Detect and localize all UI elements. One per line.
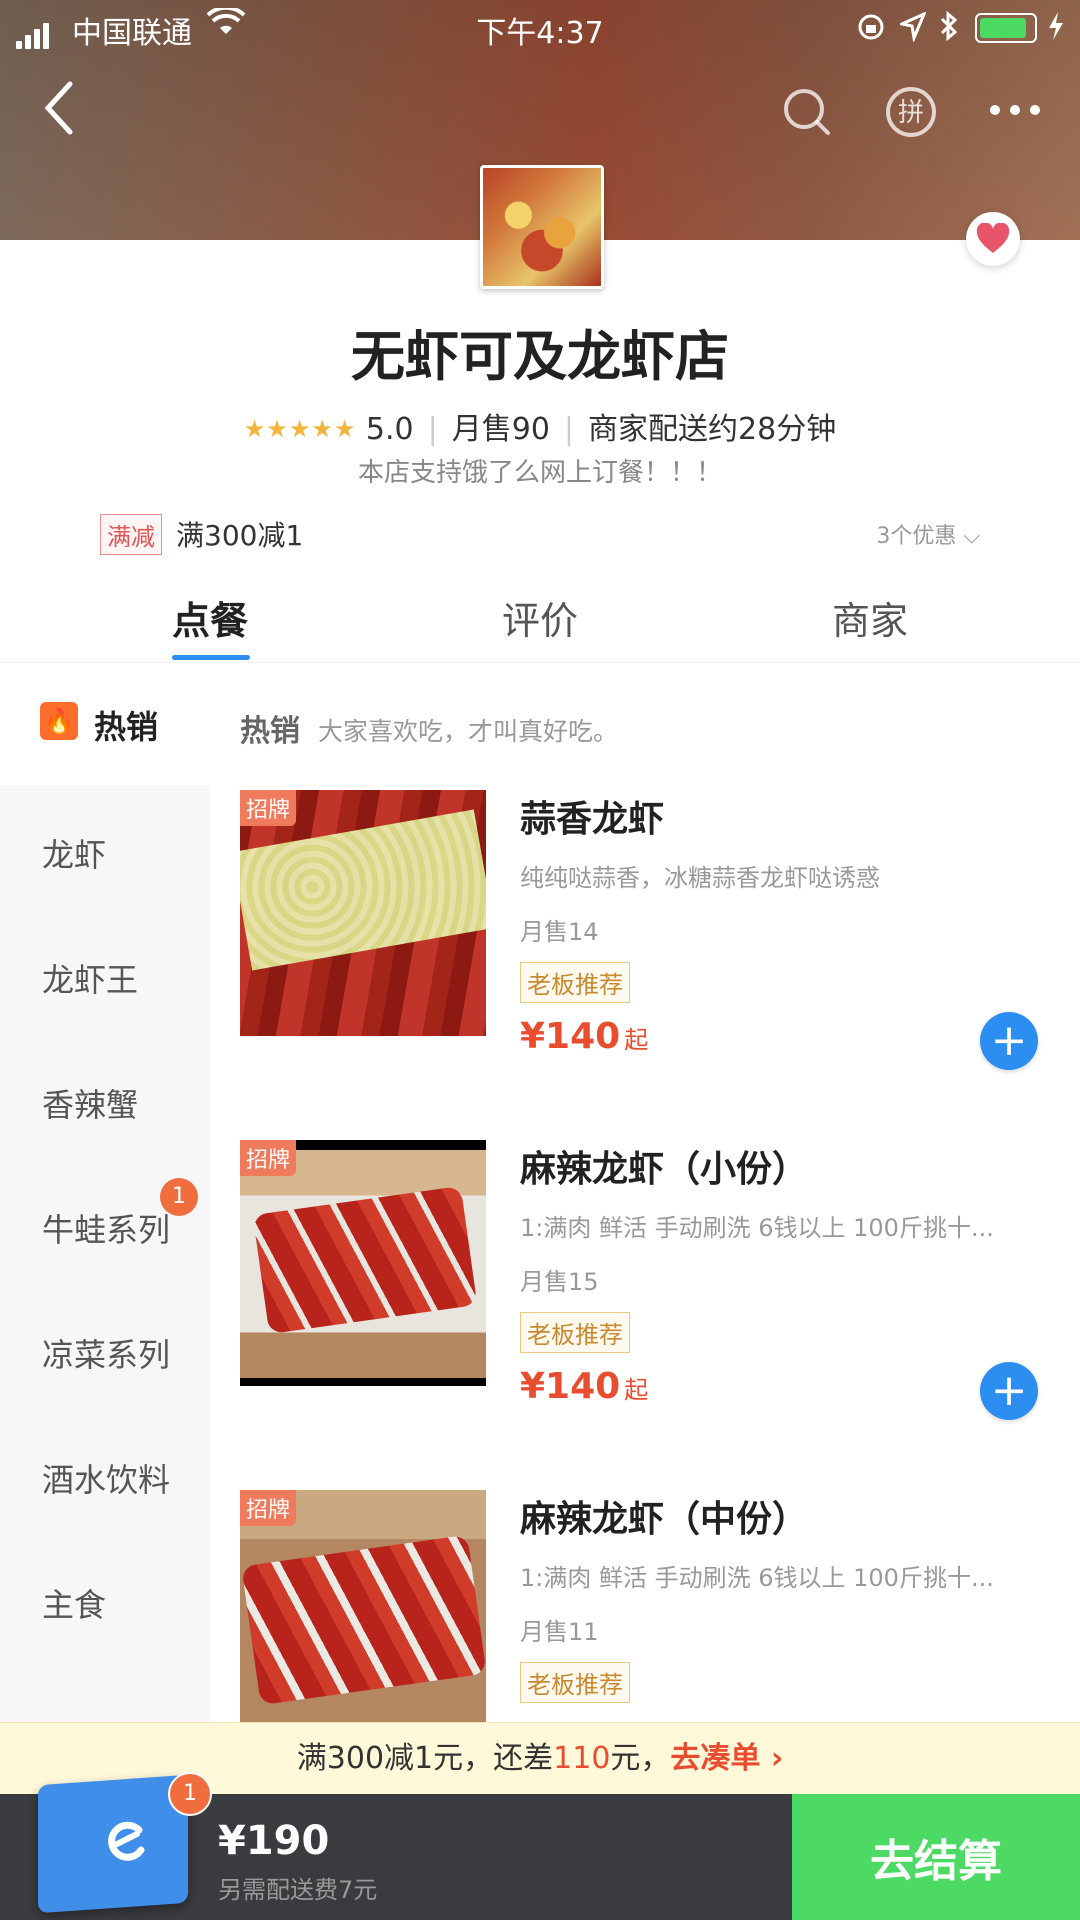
product-name: 麻辣龙虾（小份） [520,1149,809,1190]
product-desc: 1:满肉 鲜活 手动刷洗 6钱以上 100斤挑十... [520,1564,994,1592]
signature-tag: 招牌 [240,1140,297,1176]
product-name: 麻辣龙虾（中份） [520,1499,809,1540]
rating-stars-icon: ★★★★★ [243,415,357,443]
list-item[interactable]: 招牌 麻辣龙虾（小份） 1:满肉 鲜活 手动刷洗 6钱以上 100斤挑十... … [240,1140,1060,1420]
add-more-link[interactable]: 去凑单 › [670,1741,783,1776]
tab-merchant[interactable]: 商家 [810,590,930,645]
add-to-cart-button[interactable]: + [980,1012,1038,1070]
pin-icon: 拼 [886,87,936,137]
cart-count-badge: 1 [168,1772,212,1816]
product-price: ¥140 起 [520,1016,649,1057]
tab-reviews[interactable]: 评价 [480,590,600,645]
cart-icon [95,1810,155,1870]
rating-value: 5.0 [365,412,414,447]
search-icon [784,89,830,135]
svg-text:拼: 拼 [898,98,924,128]
list-item[interactable]: 招牌 麻辣龙虾（中份） 1:满肉 鲜活 手动刷洗 6钱以上 100斤挑十... … [240,1490,1060,1740]
product-desc: 1:满肉 鲜活 手动刷洗 6钱以上 100斤挑十... [520,1214,994,1242]
delivery-fee: 另需配送费7元 [218,1876,378,1904]
status-bar: 中国联通 下午4:37 [0,0,1080,54]
product-image[interactable]: 招牌 [240,790,486,1036]
product-sales: 月售11 [520,1618,599,1646]
signature-tag: 招牌 [240,790,297,826]
more-button[interactable] [985,95,1045,125]
back-button[interactable] [40,80,90,140]
promo-more-link[interactable]: 3个优惠 ⌵ [876,518,980,550]
shop-notice: 本店支持饿了么网上订餐！！！ [357,458,722,488]
section-description: 大家喜欢吃，才叫真好吃。 [318,717,619,746]
signature-tag: 招牌 [240,1490,297,1526]
battery-icon [975,13,1037,43]
sidebar-item-staple[interactable]: 主食 [42,1580,106,1626]
delivery-time: 商家配送约28分钟 [588,412,837,447]
tip-amount: 110 [553,1741,611,1776]
bluetooth-icon [938,10,960,50]
more-icon [990,105,1040,115]
plus-icon: + [990,1015,1028,1066]
promo-text: 满300减1 [176,519,304,552]
active-tab-indicator [172,655,250,660]
sidebar-item-drinks[interactable]: 酒水饮料 [42,1455,170,1501]
add-to-cart-button[interactable]: + [980,1362,1038,1420]
group-order-button[interactable]: 拼 [884,85,938,139]
shop-logo [480,165,604,289]
chevron-left-icon [44,81,73,135]
tip-prefix: 满300减1元，还差 [296,1741,554,1776]
section-title: 热销 [240,714,300,749]
product-desc: 纯纯哒蒜香，冰糖蒜香龙虾哒诱惑 [520,864,880,892]
product-image[interactable]: 招牌 [240,1140,486,1386]
search-button[interactable] [780,85,834,139]
heart-icon [976,223,1010,253]
monthly-sales: 月售90 [451,412,550,447]
plus-icon: + [990,1365,1028,1416]
shop-stats: ★★★★★ 5.0 | 月售90 | 商家配送约28分钟 [243,412,837,447]
list-item[interactable]: 招牌 蒜香龙虾 纯纯哒蒜香，冰糖蒜香龙虾哒诱惑 月售14 老板推荐 ¥140 起 … [240,790,1060,1070]
sidebar-item-spicy-crab[interactable]: 香辣蟹 [42,1080,138,1126]
product-sales: 月售14 [520,918,599,946]
favorite-button[interactable] [966,212,1020,266]
shop-name: 无虾可及龙虾店 [351,325,729,388]
promo-row[interactable]: 满减 满300减1 3个优惠 ⌵ [100,514,980,555]
sidebar-item-bullfrog[interactable]: 牛蛙系列 [42,1205,170,1251]
charging-icon [1046,10,1066,50]
location-icon [897,11,927,50]
cart-total: ¥190 [218,1818,330,1864]
sidebar-item-hot[interactable]: 热销 [94,702,158,748]
product-price: ¥140 起 [520,1366,649,1407]
flame-icon: 🔥 [40,702,78,740]
tip-suffix: 元， [610,1741,671,1776]
recommend-tag: 老板推荐 [520,1312,630,1353]
sidebar-item-crayfish-king[interactable]: 龙虾王 [42,955,138,1001]
sidebar-item-crayfish[interactable]: 龙虾 [42,830,106,876]
category-count-badge: 1 [160,1178,198,1216]
tab-order[interactable]: 点餐 [150,590,270,645]
checkout-button[interactable]: 去结算 [792,1794,1080,1920]
product-sales: 月售15 [520,1268,599,1296]
recommend-tag: 老板推荐 [520,1662,630,1703]
sidebar-item-cold-dishes[interactable]: 凉菜系列 [42,1330,170,1376]
rotation-lock-icon [856,12,886,50]
recommend-tag: 老板推荐 [520,962,630,1003]
category-sidebar: 龙虾 龙虾王 香辣蟹 牛蛙系列 凉菜系列 酒水饮料 主食 [0,785,210,1785]
promo-tag: 满减 [100,514,162,555]
product-name: 蒜香龙虾 [520,799,665,840]
product-image[interactable]: 招牌 [240,1490,486,1736]
